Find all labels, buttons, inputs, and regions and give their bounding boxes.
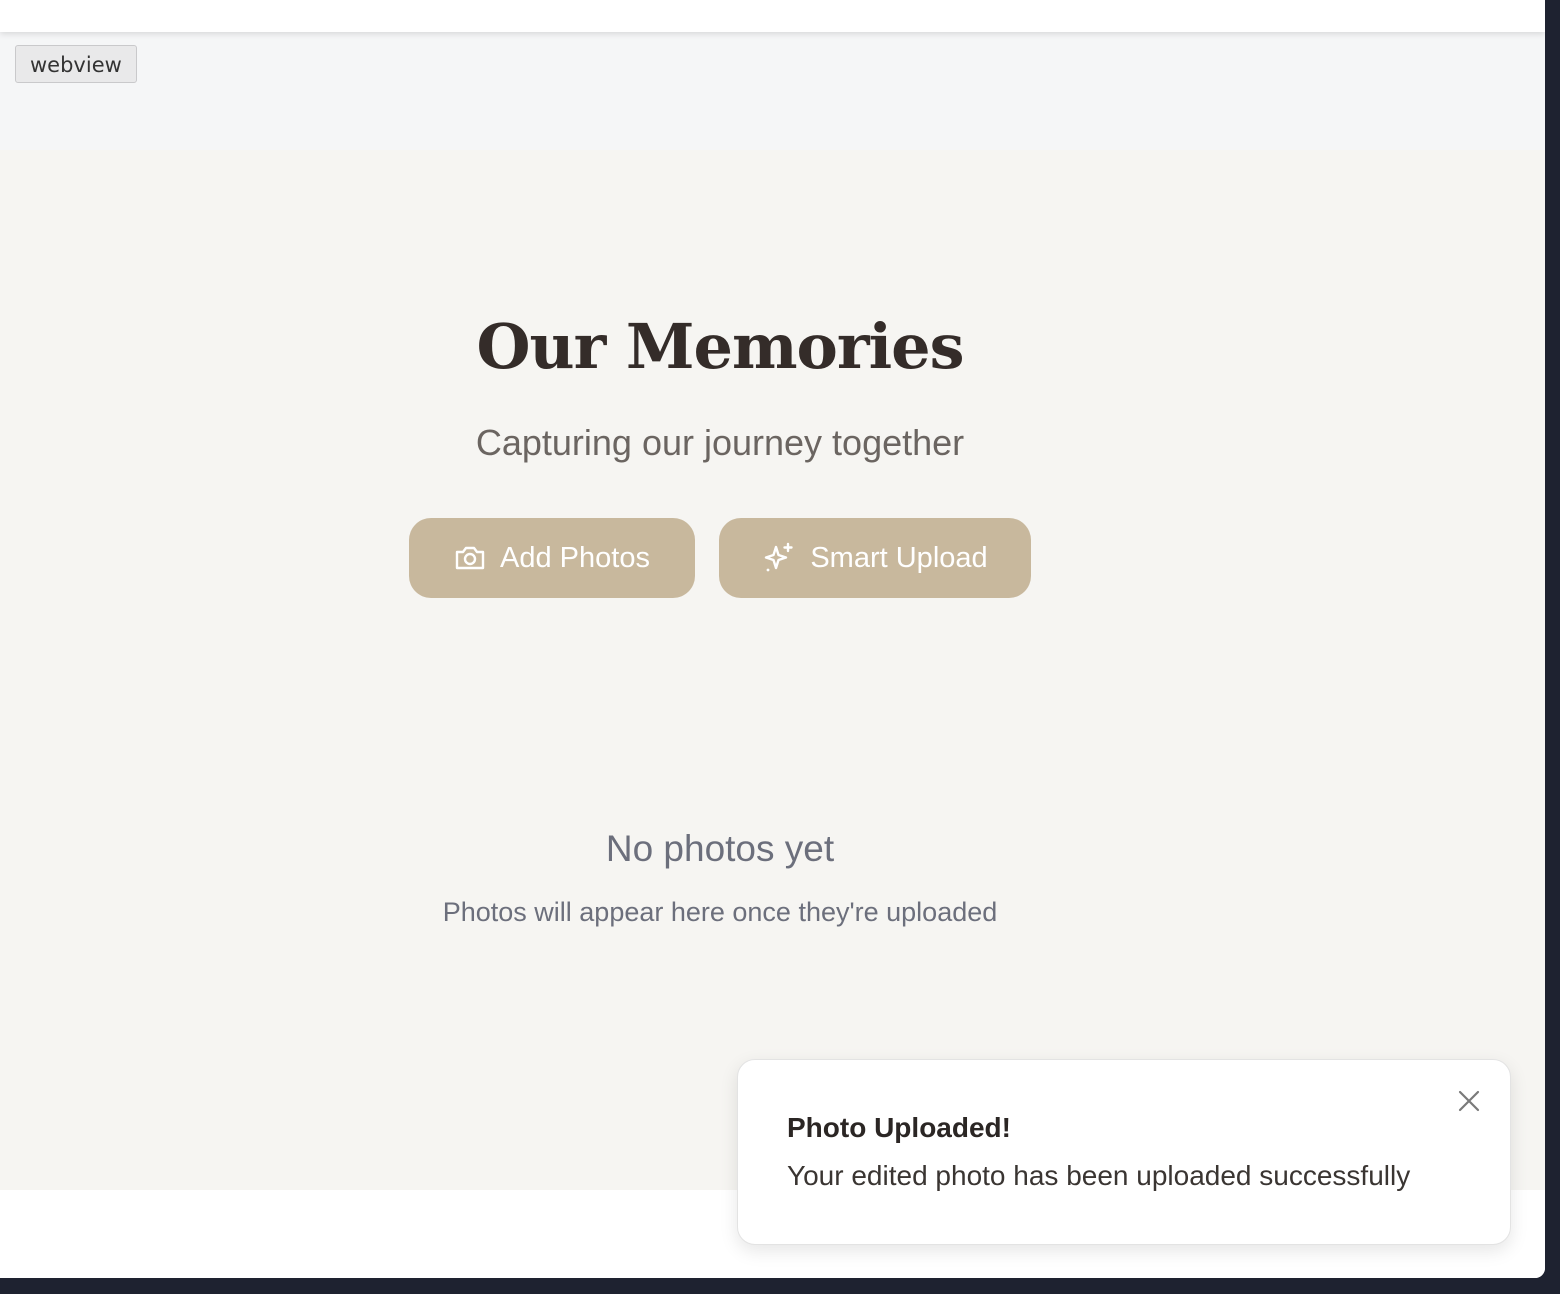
add-photos-label: Add Photos	[500, 541, 650, 574]
empty-state-title: No photos yet	[605, 828, 835, 869]
memories-section: Our Memories Capturing our journey toget…	[0, 150, 1545, 1190]
toast-title: Photo Uploaded!	[787, 1112, 1011, 1143]
close-icon[interactable]	[1454, 1086, 1484, 1116]
camera-icon	[454, 544, 486, 572]
top-bar	[0, 0, 1545, 32]
page-subtitle: Capturing our journey together	[475, 422, 965, 463]
smart-upload-button[interactable]: Smart Upload	[719, 518, 1031, 598]
smart-upload-label: Smart Upload	[810, 541, 988, 574]
add-photos-button[interactable]: Add Photos	[409, 518, 695, 598]
sparkles-icon	[762, 541, 796, 575]
header-band	[0, 32, 1545, 150]
empty-state-subtitle: Photos will appear here once they're upl…	[442, 897, 998, 927]
upload-toast: Photo Uploaded! Your edited photo has be…	[737, 1059, 1511, 1245]
webview-badge: webview	[15, 45, 137, 83]
page-title: Our Memories	[476, 310, 965, 383]
toast-message: Your edited photo has been uploaded succ…	[787, 1160, 1411, 1191]
app-window: webview Our Memories Capturing our journ…	[0, 0, 1545, 1278]
